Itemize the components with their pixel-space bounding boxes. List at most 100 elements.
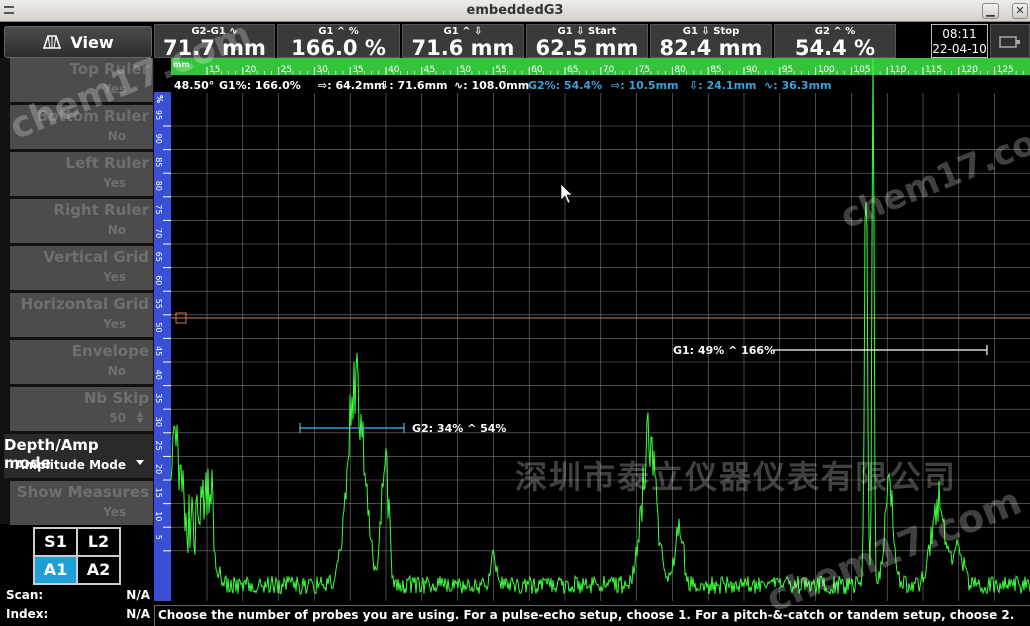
top-ruler-tick-label: 30 xyxy=(316,65,328,75)
menu-item-value: Yes xyxy=(103,317,126,331)
left-ruler-tick-label: 80 xyxy=(154,181,163,191)
left-ruler-tick-label: 60 xyxy=(154,275,163,285)
reading-value: 166.0 % xyxy=(291,36,386,60)
spin-arrows-icon[interactable]: ▲ ▼ xyxy=(137,410,143,425)
top-ruler-tick-label: 55 xyxy=(495,65,506,75)
probe-status-icon xyxy=(999,36,1020,48)
reading-g1-depth-stop[interactable]: G1 ⇩ Stop 82.4 mm xyxy=(650,24,772,60)
top-ruler-tick-label: 110 xyxy=(889,65,906,75)
index-info: Index: N/A xyxy=(6,607,150,621)
measure-g1-sound-path: ⇨: 64.2mm xyxy=(318,79,386,92)
measure-g2-depth: ⇩: 24.1mm xyxy=(689,79,757,92)
left-ruler-tick-label: 40 xyxy=(154,370,163,380)
top-ruler-tick-label: 20 xyxy=(245,65,257,75)
left-ruler-unit: % xyxy=(155,95,164,103)
menu-item-label: Nb Skip xyxy=(83,389,149,407)
top-ruler-tick-label: 95 xyxy=(782,65,793,75)
menu-item-value: 50 xyxy=(109,411,126,425)
menu-item-label: Top Ruler xyxy=(69,60,149,78)
probe-button-a2[interactable]: A2 xyxy=(77,556,120,584)
menu-item-value: Yes xyxy=(103,505,126,519)
reading-g2-amplitude[interactable]: G2 ^ % 54.4 % xyxy=(774,24,896,59)
top-ruler-tick-label: 125 xyxy=(997,65,1014,75)
index-label: Index: xyxy=(6,607,49,621)
left-ruler-tick-label: 75 xyxy=(154,204,163,214)
scan-info: Scan: N/A xyxy=(6,588,150,602)
top-ruler-tick-label: 75 xyxy=(639,65,650,75)
close-button[interactable]: ✕ xyxy=(1012,3,1028,19)
gate-g2-label: G2: 34% ^ 54% xyxy=(412,422,506,435)
left-ruler-tick-label: 35 xyxy=(154,393,163,403)
top-ruler-unit: mm xyxy=(173,60,190,69)
minimize-button[interactable]: ▁ xyxy=(982,3,999,19)
top-ruler-tick-label: 105 xyxy=(853,65,870,75)
measure-g2-amplitude: G2%: 54.4% xyxy=(528,79,603,92)
probe-button-s1[interactable]: S1 xyxy=(34,528,77,556)
probe-button-a1[interactable]: A1 xyxy=(34,556,77,584)
menu-item-label: Right Ruler xyxy=(53,201,149,219)
reading-g1-depth-start[interactable]: G1 ⇩ Start 62.5 mm xyxy=(526,24,648,59)
reading-value: 71.6 mm xyxy=(411,36,515,60)
clock: 08:11 22-04-10 xyxy=(931,24,988,58)
top-ruler-tick-label: 65 xyxy=(567,65,578,75)
menu-item-envelope[interactable]: Envelope No xyxy=(10,340,153,384)
top-ruler-tick-label: 35 xyxy=(352,65,363,75)
view-button[interactable]: View xyxy=(4,26,152,58)
index-value: N/A xyxy=(126,607,150,621)
menu-item-value: Yes xyxy=(103,82,126,96)
top-ruler-tick-label: 40 xyxy=(388,65,400,75)
top-ruler-tick-label: 70 xyxy=(603,65,615,75)
menu-item-left-ruler[interactable]: Left Ruler Yes xyxy=(10,152,153,196)
view-button-label: View xyxy=(70,32,114,52)
measure-row: 48.50° G1%: 166.0% ⇨: 64.2mm ⇩: 71.6mm ∿… xyxy=(171,78,1030,93)
system-button[interactable] xyxy=(990,24,1030,58)
menu-item-nb-skip[interactable]: Nb Skip 50 ▲ ▼ xyxy=(10,387,153,431)
menu-item-value: No xyxy=(107,364,126,378)
app-window: embeddedG3 ▁ ✕ View G2-G1 ∿ 71.7 mm G1 ^… xyxy=(0,0,1030,626)
menu-item-bottom-ruler[interactable]: Bottom Ruler No xyxy=(10,105,153,149)
left-ruler-tick-label: 25 xyxy=(154,440,163,450)
top-ruler-tick-label: 80 xyxy=(674,65,686,75)
left-ruler-tick-label: 65 xyxy=(154,252,163,262)
menu-item-vertical-grid[interactable]: Vertical Grid Yes xyxy=(10,246,153,290)
clock-time: 08:11 xyxy=(942,27,977,41)
measure-g2-sound-path: ⇨: 10.5mm xyxy=(611,79,679,92)
left-ruler-tick-label: 70 xyxy=(154,228,163,238)
menu-item-label: Show Measures xyxy=(16,483,149,501)
reading-g1-depth[interactable]: G1 ^ ⇩ 71.6 mm xyxy=(402,24,524,60)
reading-g1-amplitude[interactable]: G1 ^ % 166.0 % xyxy=(277,24,400,60)
scan-value: N/A xyxy=(126,588,150,602)
menu-item-depth-amp-mode[interactable]: Depth/Amp mode Amplitude Mode xyxy=(4,434,153,478)
menu-item-value: Yes xyxy=(103,176,126,190)
dropdown-arrow-icon[interactable] xyxy=(136,460,144,465)
probe-button-l2[interactable]: L2 xyxy=(77,528,120,556)
menu-item-label: Bottom Ruler xyxy=(36,107,149,125)
reading-value: 82.4 mm xyxy=(659,36,763,60)
menu-item-label: Left Ruler xyxy=(65,154,149,172)
menu-item-show-measures[interactable]: Show Measures Yes xyxy=(10,481,153,525)
top-ruler-tick-label: 15 xyxy=(209,65,220,75)
window-title: embeddedG3 xyxy=(466,3,564,18)
gate-g1-label: G1: 49% ^ 166% xyxy=(673,344,775,357)
clock-date: 22-04-10 xyxy=(932,42,987,56)
settings-menu: Top Ruler Yes Bottom Ruler No Left Ruler… xyxy=(0,58,154,525)
probe-selector: S1 L2 A1 A2 xyxy=(33,527,121,585)
reading-g2-g1-distance[interactable]: G2-G1 ∿ 71.7 mm xyxy=(154,24,275,59)
menu-item-right-ruler[interactable]: Right Ruler No xyxy=(10,199,153,243)
a-scan-display[interactable]: mm 15 20 25 30 35 40 45 50 55 60 65 70 75 80 85 90 95 100… xyxy=(154,58,1030,605)
menu-item-label: Envelope xyxy=(71,342,149,360)
top-ruler-tick-label: 100 xyxy=(818,65,835,75)
menu-item-value: Amplitude Mode xyxy=(15,458,126,472)
measure-g1-amplitude: G1%: 166.0% xyxy=(219,79,301,92)
top-ruler-tick-label: 115 xyxy=(925,65,942,75)
left-ruler-tick-label: 90 xyxy=(154,134,163,144)
left-ruler-tick-label: 10 xyxy=(154,511,163,521)
menu-item-horizontal-grid[interactable]: Horizontal Grid Yes xyxy=(10,293,153,337)
menu-item-label: Vertical Grid xyxy=(43,248,149,266)
top-ruler-tick-label: 45 xyxy=(424,65,435,75)
measure-g1-distance: ∿: 108.0mm xyxy=(454,79,530,92)
scan-view-icon xyxy=(43,35,62,49)
top-ruler-tick-label: 85 xyxy=(710,65,721,75)
menu-item-top-ruler[interactable]: Top Ruler Yes xyxy=(10,58,153,102)
left-ruler-tick-label: 20 xyxy=(154,464,163,474)
